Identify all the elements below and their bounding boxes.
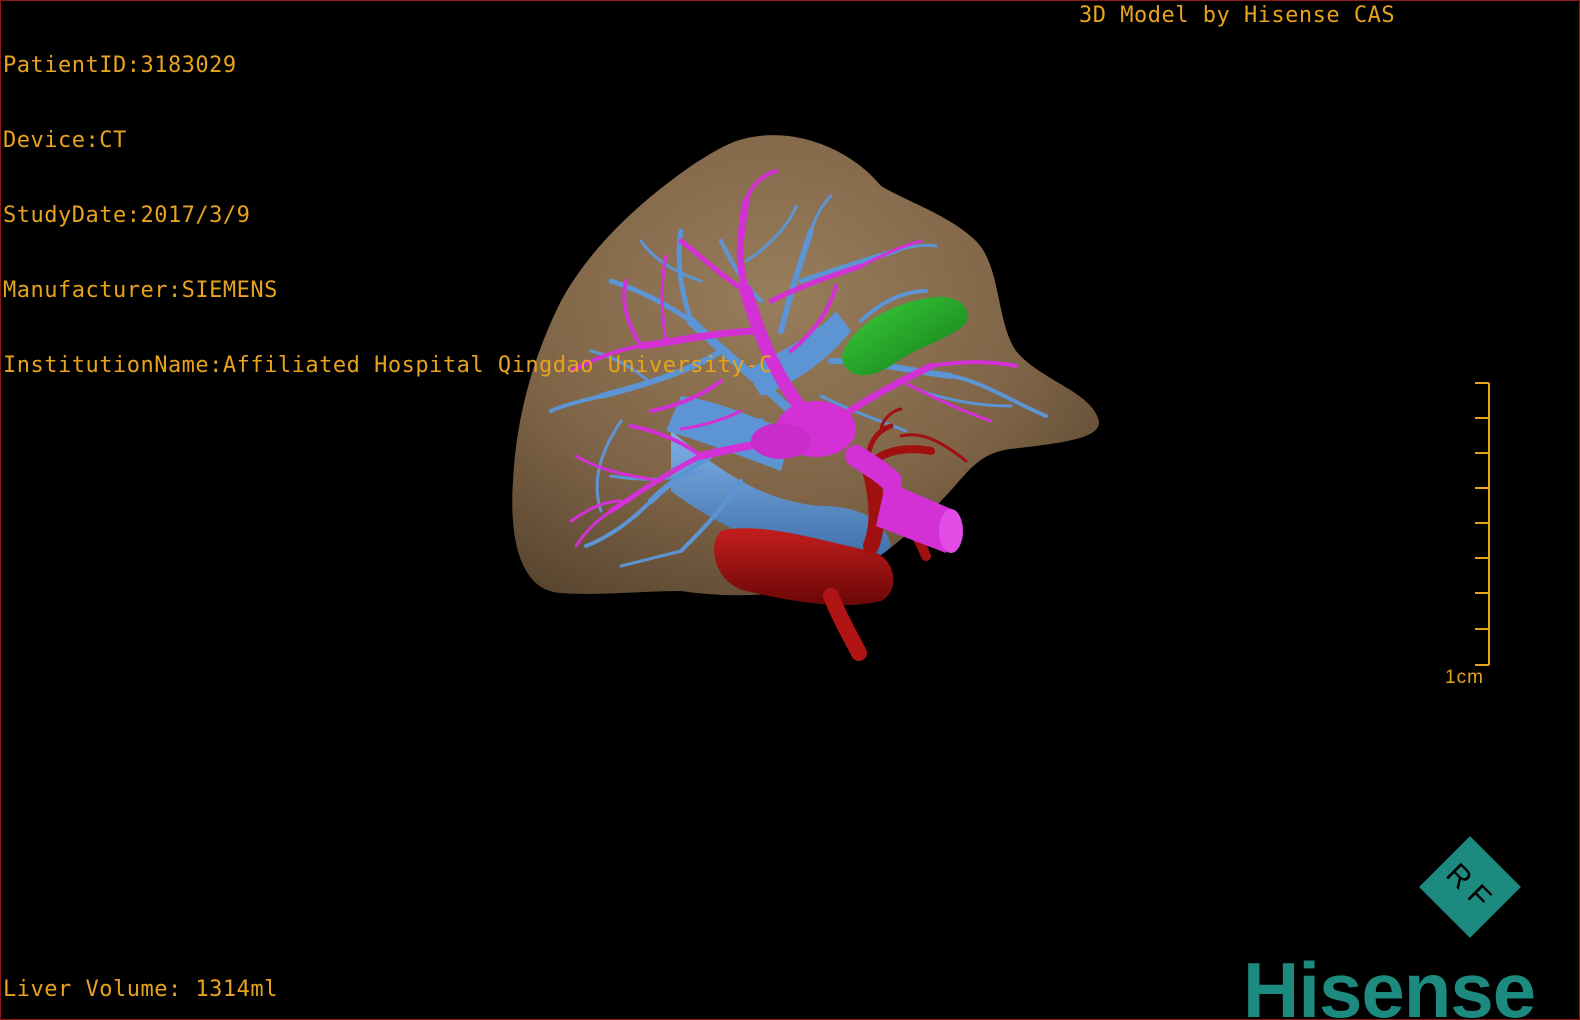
liver-volume-text: Liver Volume: 1314ml [3, 977, 278, 1002]
portal-vein-main [751, 423, 811, 459]
scale-bar [1475, 382, 1490, 666]
rf-badge-icon: R F [1419, 836, 1521, 938]
study-date-text: StudyDate:2017/3/9 [3, 203, 251, 228]
model-credit-text: 3D Model by Hisense CAS [1079, 3, 1396, 28]
brand-logo-text: Hisense [1243, 946, 1536, 1020]
hisense-logo: R F Hisense [1237, 831, 1577, 1019]
scale-bar-label: 1cm [1445, 667, 1484, 688]
device-text: Device:CT [3, 128, 127, 153]
3d-viewport[interactable]: PatientID:3183029 Device:CT StudyDate:20… [0, 0, 1580, 1020]
manufacturer-text: Manufacturer:SIEMENS [3, 278, 278, 303]
institution-text: InstitutionName:Affiliated Hospital Qing… [3, 353, 773, 378]
patient-info: PatientID:3183029 Device:CT StudyDate:20… [3, 3, 773, 428]
patient-id-text: PatientID:3183029 [3, 53, 237, 78]
